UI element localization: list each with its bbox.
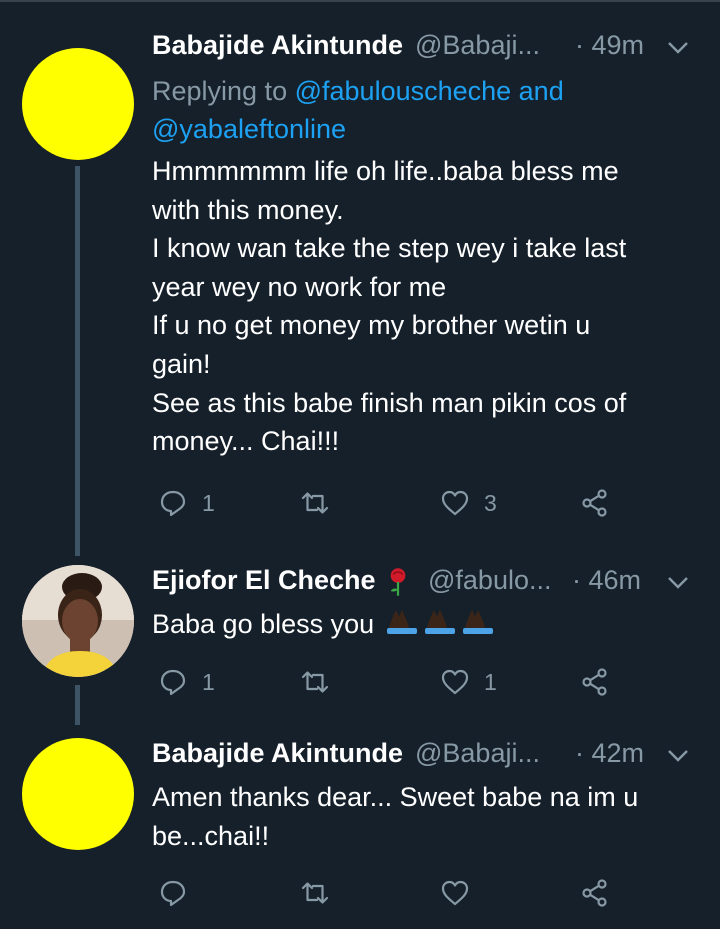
share-button[interactable] xyxy=(580,486,610,520)
timestamp[interactable]: · 49m xyxy=(575,30,644,61)
like-count: 1 xyxy=(484,668,497,695)
text-line: year wey no work for me xyxy=(152,271,447,302)
tweet-header: Babajide Akintunde @Babaji... · 49m xyxy=(152,30,700,70)
text-line: money... Chai!!! xyxy=(152,426,340,457)
folded-hands-icon xyxy=(386,606,496,647)
tweet-header: Ejiofor El Cheche @fabulo... · 46m xyxy=(152,565,700,605)
heart-icon xyxy=(441,880,469,906)
retweet-icon xyxy=(301,882,329,904)
text-line: be...chai!! xyxy=(152,820,270,851)
share-icon xyxy=(582,668,607,696)
avatar[interactable] xyxy=(22,48,134,160)
tweet-1[interactable]: Babajide Akintunde @Babaji... · 49m Repl… xyxy=(0,30,720,556)
share-button[interactable] xyxy=(580,665,610,699)
reply-button[interactable]: 1 xyxy=(158,486,215,520)
share-icon xyxy=(582,879,607,907)
display-name[interactable]: Babajide Akintunde xyxy=(152,30,403,61)
text-line: If u no get money my brother wetin u xyxy=(152,310,591,341)
tweet-2[interactable]: Ejiofor El Cheche @fabulo... · 46m Baba … xyxy=(0,565,720,735)
like-count: 3 xyxy=(484,489,497,516)
timestamp[interactable]: · 42m xyxy=(575,738,644,769)
username[interactable]: @fabulo... xyxy=(428,565,551,596)
avatar[interactable] xyxy=(22,565,134,677)
retweet-icon xyxy=(301,492,329,514)
mention-link[interactable]: @fabulouscheche and xyxy=(295,76,564,106)
reply-count: 1 xyxy=(202,668,215,695)
thread-line xyxy=(75,166,80,556)
username[interactable]: @Babaji... xyxy=(415,30,540,61)
display-name[interactable]: Babajide Akintunde xyxy=(152,738,403,769)
share-icon xyxy=(582,489,607,517)
reply-count: 1 xyxy=(202,489,215,516)
mention-link[interactable]: @yabaleftonline xyxy=(152,114,346,144)
replying-to-label: Replying to xyxy=(152,76,288,106)
display-name[interactable]: Ejiofor El Cheche xyxy=(152,565,376,596)
reply-icon xyxy=(160,880,186,907)
heart-icon xyxy=(441,490,469,516)
retweet-button[interactable] xyxy=(300,486,330,520)
reply-button[interactable] xyxy=(158,876,188,910)
text-line: Amen thanks dear... Sweet babe na im u xyxy=(152,782,639,812)
thread-line xyxy=(75,685,80,725)
tweet-text: Baba go bless you xyxy=(152,605,697,646)
tweet-text: Amen thanks dear... Sweet babe na im u b… xyxy=(152,778,697,855)
chevron-down-icon[interactable] xyxy=(666,571,690,595)
tweet-header: Babajide Akintunde @Babaji... · 42m xyxy=(152,738,700,778)
tweet-3[interactable]: Babajide Akintunde @Babaji... · 42m Amen… xyxy=(0,738,720,929)
avatar-photo xyxy=(22,565,134,677)
timestamp[interactable]: · 46m xyxy=(572,565,641,596)
rose-icon xyxy=(390,568,406,596)
username[interactable]: @Babaji... xyxy=(415,738,540,769)
retweet-button[interactable] xyxy=(300,665,330,699)
like-button[interactable] xyxy=(440,876,470,910)
text-line: with this money. xyxy=(152,194,344,225)
text-line: Hmmmmmm life oh life..baba bless me xyxy=(152,156,619,186)
top-divider xyxy=(0,0,720,2)
retweet-button[interactable] xyxy=(300,876,330,910)
chevron-down-icon[interactable] xyxy=(666,36,690,60)
reply-icon xyxy=(160,490,186,517)
text-line: I know wan take the step wey i take last xyxy=(152,233,627,264)
replying-to: Replying to @fabulouscheche and @yabalef… xyxy=(152,72,692,148)
retweet-icon xyxy=(301,671,329,693)
text-line: gain! xyxy=(152,348,211,379)
chevron-down-icon[interactable] xyxy=(666,744,690,768)
like-button[interactable]: 3 xyxy=(440,486,497,520)
share-button[interactable] xyxy=(580,876,610,910)
heart-icon xyxy=(441,669,469,695)
text-line: Baba go bless you xyxy=(152,609,375,639)
like-button[interactable]: 1 xyxy=(440,665,497,699)
tweet-text: Hmmmmmm life oh life..baba bless me with… xyxy=(152,152,697,461)
text-line: See as this babe finish man pikin cos of xyxy=(152,387,627,418)
reply-button[interactable]: 1 xyxy=(158,665,215,699)
avatar[interactable] xyxy=(22,738,134,850)
reply-icon xyxy=(160,669,186,696)
